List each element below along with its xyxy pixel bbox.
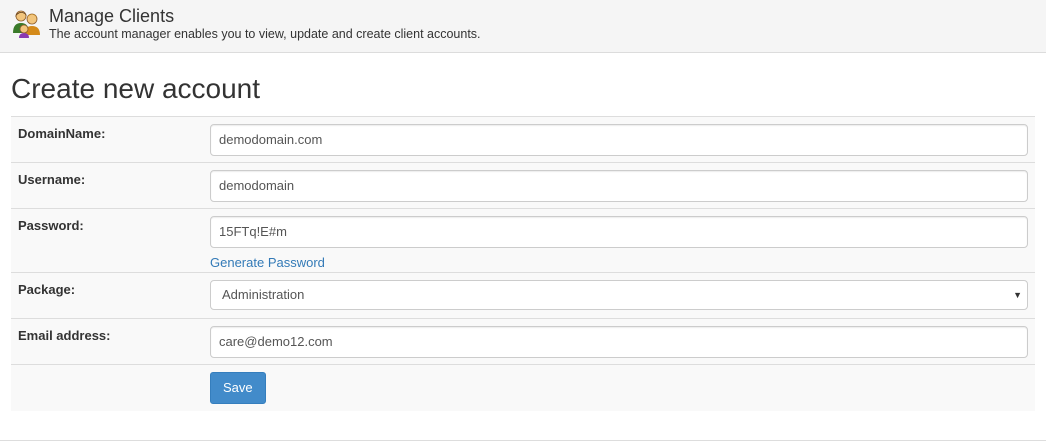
package-label: Package: — [18, 282, 76, 297]
package-selected-value: Administration — [222, 287, 305, 302]
page-header: Manage Clients The account manager enabl… — [0, 0, 1046, 53]
username-input[interactable]: demodomain — [210, 170, 1028, 202]
users-icon — [11, 7, 43, 39]
generate-password-link[interactable]: Generate Password — [210, 255, 325, 270]
password-input[interactable]: 15FTq!E#m — [210, 216, 1028, 248]
domain-input[interactable]: demodomain.com — [210, 124, 1028, 156]
domain-label: DomainName: — [18, 126, 106, 141]
username-label: Username: — [18, 172, 86, 187]
form-row-password: Password: 15FTq!E#m Generate Password — [11, 209, 1035, 273]
create-account-form: DomainName: demodomain.com Username: dem… — [11, 116, 1035, 411]
page-title: Create new account — [11, 73, 261, 104]
email-input[interactable]: care@demo12.com — [210, 326, 1028, 358]
footer-divider — [0, 440, 1046, 441]
dropdown-arrow-icon: ▼ — [1013, 290, 1022, 300]
email-label: Email address: — [18, 328, 111, 343]
save-button[interactable]: Save — [210, 372, 266, 404]
form-row-actions: Save — [11, 365, 1035, 411]
header-title: Manage Clients — [49, 6, 175, 26]
form-row-username: Username: demodomain — [11, 163, 1035, 209]
form-row-package: Package: Administration ▼ — [11, 273, 1035, 319]
form-row-email: Email address: care@demo12.com — [11, 319, 1035, 365]
header-description: The account manager enables you to view,… — [49, 27, 481, 41]
form-row-domain: DomainName: demodomain.com — [11, 117, 1035, 163]
package-select[interactable]: Administration ▼ — [210, 280, 1028, 310]
password-label: Password: — [18, 218, 84, 233]
